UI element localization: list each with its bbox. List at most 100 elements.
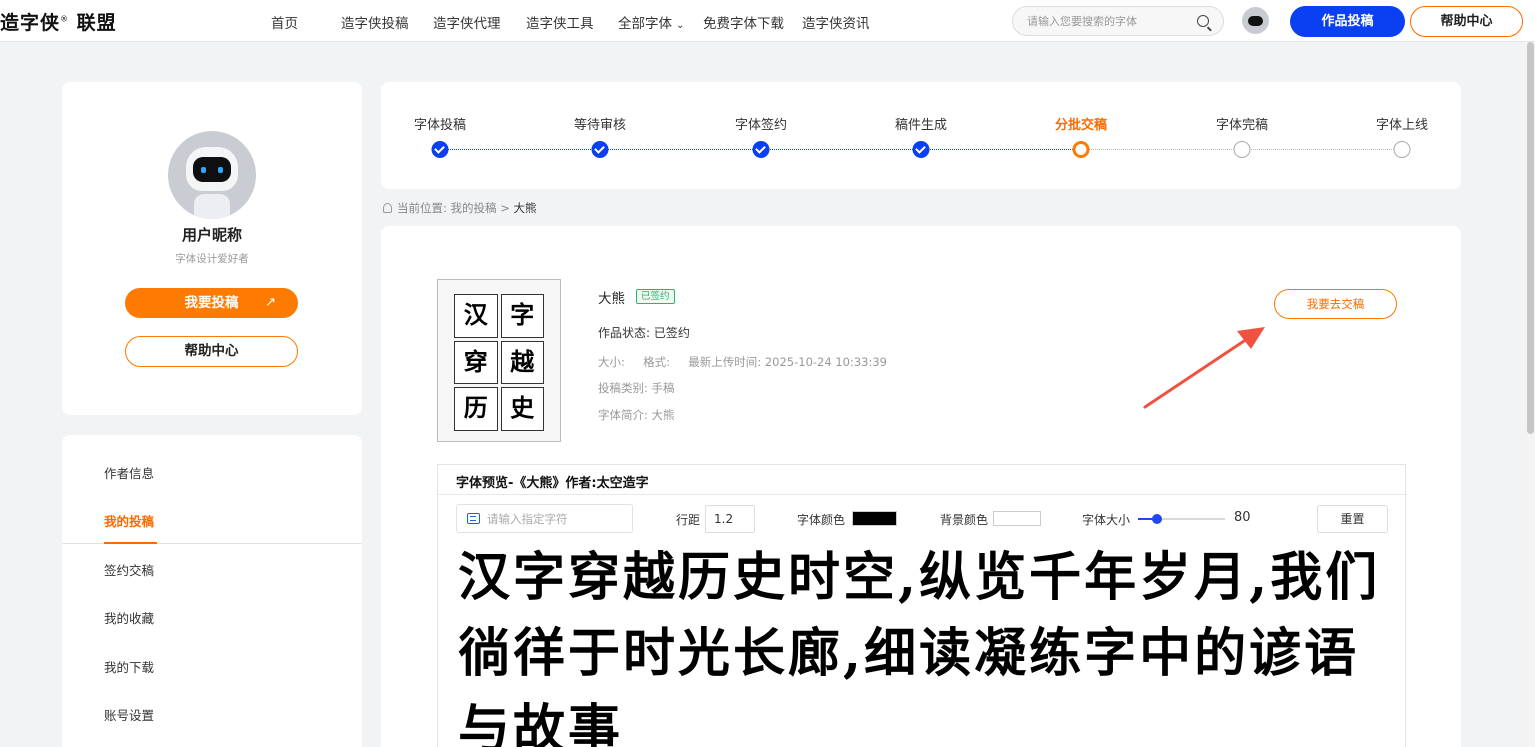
profile-avatar [168, 131, 256, 219]
profile-desc: 字体设计爱好者 [175, 253, 249, 265]
step-label-3: 字体签约 [734, 118, 788, 133]
help-center-button[interactable]: 帮助中心 [1410, 6, 1523, 37]
avatar-eye-right [218, 167, 223, 173]
signed-badge: 已签约 [636, 289, 675, 304]
font-size-label: 字体大小 [1082, 513, 1131, 527]
top-nav-bar: 造字侠® 联盟 首页 造字侠投稿 造字侠代理 造字侠工具 全部字体 ⌄ 免费字体下… [0, 0, 1535, 42]
preview-separator [438, 494, 1407, 495]
menu-my-submissions[interactable]: 我的投稿 [104, 511, 154, 530]
my-submit-label: 我要投稿 [184, 295, 239, 311]
thumbnail-char: 历 [454, 387, 498, 431]
chevron-down-icon: ⌄ [676, 20, 685, 31]
menu-downloads[interactable]: 我的下载 [104, 657, 154, 676]
nav-submit[interactable]: 造字侠投稿 [341, 12, 409, 32]
annotation-arrow-icon [1143, 327, 1265, 409]
work-title: 大熊 [598, 291, 625, 307]
logo-suffix: 联盟 [69, 12, 117, 34]
font-color-swatch[interactable] [852, 511, 897, 526]
char-input-box [456, 504, 633, 533]
nav-home[interactable]: 首页 [271, 12, 298, 32]
menu-author-info[interactable]: 作者信息 [104, 463, 154, 482]
menu-sign-deliver[interactable]: 签约交稿 [104, 560, 154, 579]
step-label-7: 字体上线 [1375, 118, 1429, 133]
avatar-face [1248, 16, 1263, 26]
arrow-head [1237, 327, 1265, 349]
font-color-label: 字体颜色 [797, 513, 846, 527]
search-icon[interactable] [1197, 15, 1209, 27]
bg-color-label: 背景颜色 [940, 513, 989, 527]
menu-active-indicator [104, 542, 157, 544]
breadcrumb-parent[interactable]: 我的投稿 [451, 201, 497, 215]
avatar-eye-left [201, 167, 206, 173]
font-size-value: 80 [1234, 510, 1251, 525]
scrollbar-thumb[interactable] [1527, 42, 1534, 434]
work-status: 作品状态: 已签约 [598, 326, 690, 340]
nav-news[interactable]: 造字侠资讯 [802, 12, 870, 32]
search-input[interactable] [1027, 13, 1187, 30]
thumbnail-grid: 汉 字 穿 越 历 史 [454, 294, 544, 431]
thumbnail-char: 汉 [454, 294, 498, 338]
search-box [1012, 6, 1224, 36]
side-menu: 作者信息 我的投稿 签约交稿 我的收藏 我的下载 账号设置 [62, 435, 362, 747]
font-sample-text: 汉字穿越历史时空,纵览千年岁月,我们徜徉于时光长廊,细读凝练字中的谚语与故事 [458, 547, 1381, 747]
profile-help-button[interactable]: 帮助中心 [125, 336, 298, 367]
avatar-visor [193, 157, 231, 182]
list-icon [467, 513, 480, 524]
preview-title: 字体预览-《大熊》作者:太空造字 [456, 476, 649, 491]
profile-card: 用户昵称 字体设计爱好者 我要投稿 ↗ 帮助中心 [62, 82, 362, 415]
step-label-2: 等待审核 [573, 118, 627, 133]
step-label-5: 分批交稿 [1054, 118, 1108, 133]
logo-text: 造字侠 [0, 12, 61, 34]
nav-tools[interactable]: 造字侠工具 [526, 12, 594, 32]
menu-favorites[interactable]: 我的收藏 [104, 608, 154, 627]
nav-all-fonts-label: 全部字体 [618, 16, 672, 32]
font-preview-panel: 字体预览-《大熊》作者:太空造字 行距 1.2 字体颜色 背景颜色 字体大小 8… [437, 464, 1407, 747]
nav-free-download[interactable]: 免费字体下载 [703, 12, 784, 32]
avatar-body [194, 194, 230, 219]
step-done-check-icon [431, 141, 449, 158]
step-label-6: 字体完稿 [1215, 118, 1269, 133]
breadcrumb-separator: > [500, 201, 510, 215]
reset-button[interactable]: 重置 [1317, 505, 1388, 533]
line-spacing-label: 行距 [676, 513, 701, 527]
go-deliver-button[interactable]: 我要去交稿 [1274, 289, 1397, 319]
arrow-shaft [1143, 335, 1252, 409]
step-done-check-icon [591, 141, 609, 158]
work-category: 投稿类别: 手稿 [598, 381, 675, 395]
breadcrumb-current: 大熊 [513, 201, 537, 215]
user-avatar[interactable] [1242, 7, 1269, 34]
thumbnail-char: 史 [500, 387, 544, 431]
breadcrumb-prefix: 当前位置: [397, 201, 447, 215]
my-submit-button[interactable]: 我要投稿 ↗ [125, 288, 298, 318]
progress-steps: 字体投稿 等待审核 字体签约 稿件生成 分批交稿 字体完稿 字体上线 [381, 82, 1461, 189]
thumbnail-char: 字 [500, 294, 544, 338]
step-label-4: 稿件生成 [894, 118, 948, 133]
work-thumbnail[interactable]: 汉 字 穿 越 历 史 [437, 279, 561, 442]
work-detail-card: 汉 字 穿 越 历 史 大熊 已签约 作品状态: 已签约 大小: 格式: 最新上… [381, 226, 1461, 747]
step-done-check-icon [912, 141, 930, 158]
site-logo[interactable]: 造字侠® 联盟 [0, 8, 117, 35]
work-intro: 字体简介: 大熊 [598, 408, 675, 422]
thumbnail-char: 穿 [454, 340, 498, 385]
profile-name: 用户昵称 [181, 226, 242, 244]
font-size-slider-knob[interactable] [1152, 514, 1162, 524]
step-pending-circle-icon [1233, 141, 1251, 158]
nav-agent[interactable]: 造字侠代理 [433, 12, 501, 32]
thumbnail-char: 越 [500, 340, 544, 385]
step-pending-circle-icon [1393, 141, 1411, 158]
work-meta: 大小: 格式: 最新上传时间: 2025-10-24 10:33:39 [598, 355, 887, 369]
nav-all-fonts[interactable]: 全部字体 ⌄ [618, 12, 684, 32]
bg-color-swatch[interactable] [993, 511, 1041, 526]
step-label-1: 字体投稿 [413, 118, 467, 133]
logo-mark: ® [60, 14, 70, 24]
submit-work-button[interactable]: 作品投稿 [1290, 6, 1405, 37]
menu-account-settings[interactable]: 账号设置 [104, 705, 154, 724]
location-pin-icon [383, 203, 392, 213]
step-done-check-icon [752, 141, 770, 158]
step-current-ring-icon [1072, 141, 1090, 158]
char-input[interactable] [487, 510, 627, 527]
breadcrumb: 当前位置: 我的投稿 > 大熊 [383, 200, 536, 216]
line-spacing-input[interactable]: 1.2 [705, 505, 755, 533]
page-scrollbar[interactable] [1526, 42, 1535, 747]
arrow-up-right-icon: ↗ [265, 295, 276, 310]
